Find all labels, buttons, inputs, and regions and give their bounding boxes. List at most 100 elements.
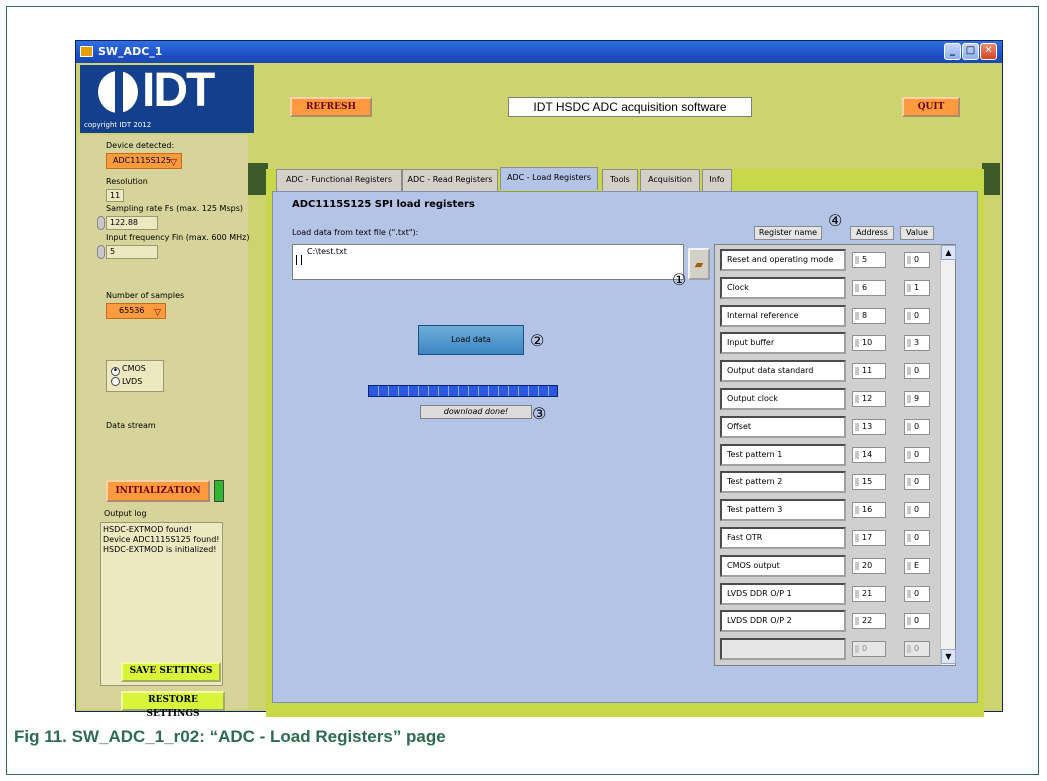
register-value-field[interactable]: 0 (904, 363, 930, 380)
register-row: Internal reference 8 0 (720, 304, 934, 327)
register-name-field[interactable]: LVDS DDR O/P 2 (720, 610, 846, 633)
register-address-field[interactable]: 20 (852, 557, 886, 574)
close-button[interactable]: ✕ (980, 43, 997, 60)
register-value-field[interactable]: E (904, 557, 930, 574)
sampling-rate-spinner-icon[interactable] (97, 216, 105, 230)
register-address-field[interactable]: 8 (852, 307, 886, 324)
register-value-field[interactable]: 3 (904, 335, 930, 352)
input-frequency-field[interactable]: 5 (106, 245, 158, 259)
scroll-down-icon[interactable]: ▼ (941, 649, 956, 664)
register-name-field[interactable]: Input buffer (720, 332, 846, 355)
register-row: Input buffer 10 3 (720, 332, 934, 355)
register-name-field[interactable]: Fast OTR (720, 527, 846, 549)
register-value-field[interactable]: 0 (904, 613, 930, 630)
register-address-field[interactable]: 12 (852, 391, 886, 407)
status-led (214, 480, 224, 502)
register-name-field[interactable]: Test pattern 1 (720, 443, 846, 466)
register-address-field[interactable]: 10 (852, 335, 886, 352)
minimize-button[interactable]: _ (944, 43, 961, 60)
register-name-field[interactable]: Test pattern 3 (720, 499, 846, 522)
initialization-button[interactable]: INITIALIZATION (106, 480, 210, 502)
register-row: Fast OTR 17 0 (720, 527, 934, 549)
register-row: Test pattern 2 15 0 (720, 471, 934, 494)
register-name-field[interactable]: Reset and operating mode (720, 249, 846, 271)
register-value-field[interactable]: 1 (904, 279, 930, 296)
idt-logo-mark (98, 69, 138, 115)
register-address-field[interactable]: 17 (852, 530, 886, 546)
register-name-field[interactable]: LVDS DDR O/P 1 (720, 582, 846, 605)
section-title: ADC1115S125 SPI load registers (292, 199, 475, 210)
register-address-field[interactable]: 16 (852, 502, 886, 519)
register-name-field[interactable]: CMOS output (720, 554, 846, 577)
tab-info[interactable]: Info (702, 169, 732, 191)
idt-logo-word: IDT (142, 64, 215, 117)
tab-read-registers[interactable]: ADC - Read Registers (402, 169, 498, 191)
tab-load-registers[interactable]: ADC - Load Registers (500, 167, 598, 190)
register-address-field[interactable]: 11 (852, 363, 886, 380)
register-value-field[interactable]: 0 (904, 530, 930, 546)
load-data-button[interactable]: Load data (418, 325, 524, 355)
data-stream-group: • CMOS LVDS (106, 360, 164, 392)
register-address-field[interactable]: 6 (852, 279, 886, 296)
restore-settings-button[interactable]: RESTORE SETTINGS (121, 691, 225, 719)
register-name-field[interactable]: Output clock (720, 388, 846, 410)
register-value-field[interactable]: 0 (904, 307, 930, 324)
register-name-field[interactable]: Offset (720, 415, 846, 438)
register-address-field[interactable]: 0 (852, 641, 886, 658)
chevron-down-icon: ▽ (170, 158, 177, 168)
register-value-field[interactable]: 0 (904, 474, 930, 491)
callout-2: ② (530, 331, 545, 350)
samples-dropdown[interactable]: 65536 ▽ (106, 303, 166, 319)
register-address-field[interactable]: 14 (852, 446, 886, 463)
file-label: Load data from text file (".txt"): (292, 228, 419, 237)
register-name-field[interactable]: Clock (720, 276, 846, 299)
app-icon (80, 46, 93, 57)
register-value-field[interactable]: 0 (904, 641, 930, 658)
radio-cmos[interactable]: • CMOS (111, 364, 146, 376)
register-value-field[interactable]: 0 (904, 252, 930, 268)
callout-4: ④ (828, 211, 843, 230)
register-name-field[interactable]: Output data standard (720, 360, 846, 383)
log-line: Device ADC1115S125 found! (103, 535, 220, 544)
tab-tools[interactable]: Tools (602, 169, 638, 191)
register-scrollbar[interactable]: ▲ ▼ (940, 245, 956, 665)
register-value-field[interactable]: 0 (904, 502, 930, 519)
register-address-field[interactable]: 15 (852, 474, 886, 491)
register-row: Offset 13 0 (720, 415, 934, 438)
resolution-field: 11 (106, 189, 124, 202)
refresh-button[interactable]: REFRESH (290, 97, 372, 117)
register-value-field[interactable]: 0 (904, 418, 930, 435)
tab-functional-registers[interactable]: ADC - Functional Registers (276, 169, 402, 191)
input-frequency-spinner-icon[interactable] (97, 245, 105, 259)
radio-lvds[interactable]: LVDS (111, 377, 142, 386)
register-value-field[interactable]: 9 (904, 391, 930, 407)
folder-icon: ▰ (694, 258, 704, 271)
samples-label: Number of samples (106, 291, 185, 300)
register-name-field[interactable] (720, 638, 846, 661)
device-dropdown[interactable]: ADC1115S125 ▽ (106, 153, 182, 169)
register-name-field[interactable]: Test pattern 2 (720, 471, 846, 494)
scroll-up-icon[interactable]: ▲ (941, 245, 956, 260)
sampling-rate-field[interactable]: 122.88 (106, 216, 158, 230)
file-path-input[interactable]: C:\test.txt (292, 244, 684, 280)
register-value-field[interactable]: 0 (904, 446, 930, 463)
maximize-button[interactable]: □ (962, 43, 979, 60)
save-settings-button[interactable]: SAVE SETTINGS (121, 662, 221, 682)
title-bar[interactable]: SW_ADC_1 _ □ ✕ (76, 41, 1002, 63)
register-row: Output data standard 11 0 (720, 360, 934, 383)
device-label: Device detected: (106, 141, 175, 150)
register-address-field[interactable]: 22 (852, 613, 886, 630)
browse-folder-button[interactable]: ▰ (688, 248, 710, 280)
register-address-field[interactable]: 13 (852, 418, 886, 435)
tab-acquisition[interactable]: Acquisition (640, 169, 700, 191)
input-frequency-label: Input frequency Fin (max. 600 MHz) (106, 233, 250, 242)
register-name-field[interactable]: Internal reference (720, 304, 846, 327)
register-value-field[interactable]: 0 (904, 585, 930, 602)
register-address-field[interactable]: 5 (852, 252, 886, 268)
app-window: SW_ADC_1 _ □ ✕ IDT copyright IDT 2012 RE… (75, 40, 1003, 719)
resolution-label: Resolution (106, 177, 148, 186)
quit-button[interactable]: QUIT (902, 97, 960, 117)
figure-caption: Fig 11. SW_ADC_1_r02: “ADC - Load Regist… (14, 727, 446, 746)
register-address-field[interactable]: 21 (852, 585, 886, 602)
panel-edge (982, 163, 1000, 195)
